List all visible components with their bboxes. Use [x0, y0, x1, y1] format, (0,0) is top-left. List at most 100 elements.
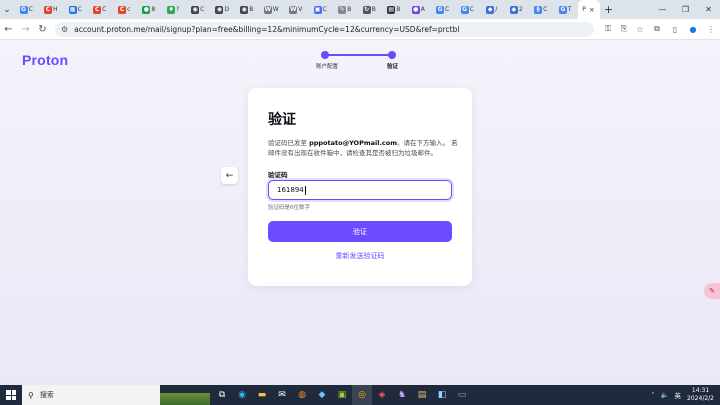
browser-tab[interactable]: Cc: [112, 0, 137, 19]
tab-favicon-icon: ◆: [509, 5, 518, 14]
side-panel-icon[interactable]: ▯: [666, 25, 684, 34]
tab-search-icon[interactable]: ⌄: [0, 0, 14, 19]
app-icon-5[interactable]: ▤: [412, 385, 432, 405]
app-icon-3[interactable]: ◈: [372, 385, 392, 405]
tab-favicon-icon: ◉: [191, 5, 200, 14]
volume-icon[interactable]: 🔈: [657, 391, 671, 399]
tab-favicon-icon: C: [118, 5, 127, 14]
clock[interactable]: 14:31 2024/2/2: [684, 387, 720, 403]
browser-tab[interactable]: CH: [39, 0, 64, 19]
browser-tab[interactable]: ◆ 2: [504, 0, 529, 19]
browser-tab[interactable]: GC: [14, 0, 39, 19]
forward-icon[interactable]: →: [17, 19, 34, 40]
app-icon-7[interactable]: ▭: [452, 385, 472, 405]
browser-tab[interactable]: CC: [88, 0, 113, 19]
close-window-icon[interactable]: ✕: [697, 5, 720, 14]
edge-icon[interactable]: ◉: [232, 385, 252, 405]
tab-active-proton[interactable]: P ×: [577, 0, 600, 19]
tab-label: D: [224, 6, 230, 13]
app-icon-2[interactable]: ▣: [332, 385, 352, 405]
browser-tab[interactable]: WW: [259, 0, 284, 19]
browser-tab[interactable]: ◆ /: [480, 0, 505, 19]
verification-card: 验证 验证码已发至 pppotato@YOPmail.com。请在下方输入。 若…: [248, 88, 472, 286]
email-address: pppotato@YOPmail.com: [309, 139, 398, 147]
task-view-icon[interactable]: ⧉: [212, 385, 232, 405]
restore-icon[interactable]: ❐: [674, 5, 697, 14]
tab-favicon-icon: C: [43, 5, 52, 14]
browser-tab[interactable]: ▦ C: [63, 0, 88, 19]
browser-tab[interactable]: ◉ C: [186, 0, 211, 19]
signup-stepper: 账户配置 验证: [311, 50, 406, 70]
tab-label: W: [272, 6, 279, 13]
app-icon-1[interactable]: ◆: [312, 385, 332, 405]
input-language[interactable]: 英: [672, 390, 685, 400]
reload-icon[interactable]: ↻: [34, 19, 51, 40]
floating-helper-icon[interactable]: ✎: [704, 283, 720, 299]
browser-tab[interactable]: ◉ D: [210, 0, 235, 19]
proton-logo[interactable]: Proton: [22, 52, 68, 68]
tab-label: 2: [518, 6, 523, 13]
back-icon[interactable]: ←: [0, 19, 17, 40]
windows-taskbar: ⚲ 搜索 ⧉ ◉ ▬ ✉ ◍ ◆ ▣ ◎ ◈ ♞ ▤ ◧ ▭ ˄ 🔈 英 14:…: [0, 385, 720, 405]
tab-favicon-icon: ●: [142, 5, 151, 14]
clock-date: 2024/2/2: [687, 395, 714, 402]
app-icon-4[interactable]: ♞: [392, 385, 412, 405]
browser-tab[interactable]: § C: [529, 0, 554, 19]
bookmark-star-icon[interactable]: ☆: [632, 25, 648, 34]
tab-favicon-icon: ◉: [240, 5, 249, 14]
search-placeholder: 搜索: [39, 391, 54, 399]
clock-time: 14:31: [691, 387, 710, 394]
close-tab-icon[interactable]: ×: [589, 6, 595, 14]
window-controls: — ❐ ✕: [651, 0, 720, 19]
menu-icon[interactable]: ⋮: [702, 25, 720, 34]
tab-list: G C C H ▦ C C C Cc ● 8 ♦? ◉ C ◉ D ◉ B W W W V ▣ C ✎ B ↻ B ▤ B ● A G C G C ◆ /…: [14, 0, 578, 19]
browser-tab[interactable]: ● A: [406, 0, 431, 19]
tab-label: A: [420, 6, 425, 13]
password-key-icon[interactable]: ⚿: [600, 24, 616, 34]
start-button[interactable]: [0, 385, 22, 405]
profile-icon[interactable]: ●: [684, 25, 702, 34]
browser-tab[interactable]: ✎ B: [333, 0, 358, 19]
proton-signup-page: Proton 账户配置 验证 ← 验证 验证码已发至 pppotato@YOPm…: [0, 40, 720, 385]
verify-button[interactable]: 验证: [268, 221, 452, 242]
browser-tab[interactable]: ● 8: [137, 0, 162, 19]
browser-tab[interactable]: GC: [455, 0, 480, 19]
back-arrow-button[interactable]: ←: [221, 167, 238, 184]
system-tray: ˄ 🔈 英 14:31 2024/2/2: [648, 385, 720, 405]
file-explorer-icon[interactable]: ▬: [252, 385, 272, 405]
taskbar-search[interactable]: ⚲ 搜索: [22, 385, 160, 405]
minimize-icon[interactable]: —: [651, 5, 674, 14]
tab-label: C: [469, 6, 474, 13]
browser-tab[interactable]: ▤ B: [382, 0, 407, 19]
address-bar[interactable]: ⚙ account.proton.me/mail/signup?plan=fre…: [55, 21, 594, 37]
extensions-icon[interactable]: ⧉: [648, 24, 666, 34]
install-app-icon[interactable]: ⎘: [616, 24, 632, 34]
firefox-icon[interactable]: ◍: [292, 385, 312, 405]
browser-tab[interactable]: ↻ B: [357, 0, 382, 19]
tab-label: C: [445, 6, 450, 13]
tab-favicon-icon: C: [93, 5, 102, 14]
browser-tab[interactable]: ♦?: [161, 0, 186, 19]
new-tab-button[interactable]: +: [600, 0, 618, 19]
mail-icon[interactable]: ✉: [272, 385, 292, 405]
verification-code-input[interactable]: 161894: [268, 180, 452, 200]
browser-tab[interactable]: ◉ B: [235, 0, 260, 19]
resend-code-link[interactable]: 重新发送验证码: [248, 251, 472, 261]
step-label-verify: 验证: [387, 64, 399, 70]
site-info-icon[interactable]: ⚙: [61, 25, 68, 34]
tab-favicon-icon: W: [289, 5, 298, 14]
tab-favicon-icon: ◉: [215, 5, 224, 14]
tab-favicon-icon: §: [534, 5, 543, 14]
toolbar-right: ⧉ ▯ ● ⋮: [648, 24, 720, 34]
chrome-icon[interactable]: ◎: [352, 385, 372, 405]
browser-tab[interactable]: ▣ C: [308, 0, 333, 19]
tab-label: /: [495, 6, 498, 13]
browser-tab[interactable]: WV: [284, 0, 309, 19]
browser-tab[interactable]: GC: [431, 0, 456, 19]
browser-toolbar: ← → ↻ ⚙ account.proton.me/mail/signup?pl…: [0, 19, 720, 40]
code-field-label: 验证码: [268, 171, 288, 179]
tray-chevron-icon[interactable]: ˄: [648, 391, 657, 399]
browser-tab[interactable]: GT: [553, 0, 578, 19]
app-icon-6[interactable]: ◧: [432, 385, 452, 405]
tab-label: B: [249, 6, 254, 13]
